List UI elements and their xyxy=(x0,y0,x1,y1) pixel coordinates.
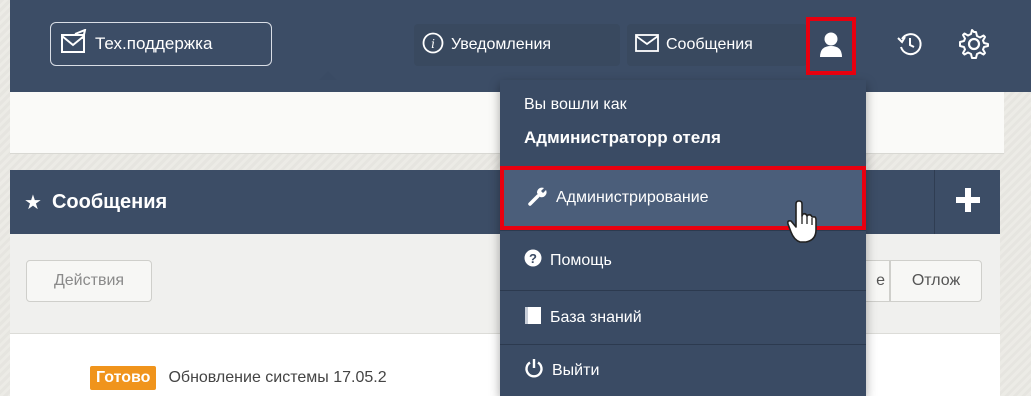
add-message-button[interactable] xyxy=(934,170,1000,234)
gear-icon xyxy=(958,29,990,64)
menu-item-knowledge-base[interactable]: База знаний xyxy=(500,290,866,344)
book-icon xyxy=(524,305,550,330)
menu-caret xyxy=(319,71,337,80)
hand-cursor-icon xyxy=(786,200,820,249)
support-button[interactable]: Тех.поддержка xyxy=(50,22,272,66)
power-icon xyxy=(524,358,552,383)
notifications-label: Уведомления xyxy=(451,36,552,53)
menu-item-label: Помощь xyxy=(550,251,612,269)
plus-icon xyxy=(955,187,981,218)
panel-title: ★ Сообщения xyxy=(24,190,167,215)
user-icon xyxy=(819,31,843,62)
panel-title-label: Сообщения xyxy=(51,191,168,213)
user-name: Администраторр отеля xyxy=(524,128,721,147)
info-icon: i xyxy=(422,32,451,59)
postpone-button[interactable]: Отлож xyxy=(890,260,982,302)
menu-item-logout[interactable]: Выйти xyxy=(500,344,866,396)
settings-button[interactable] xyxy=(958,28,990,65)
star-icon: ★ xyxy=(24,192,42,214)
actions-button[interactable]: Действия xyxy=(26,260,152,302)
support-label: Тех.поддержка xyxy=(95,34,213,53)
svg-text:?: ? xyxy=(529,251,537,266)
messages-button[interactable]: Сообщения xyxy=(627,24,807,66)
user-info: Вы вошли как Администраторр отеля xyxy=(500,80,866,166)
message-text: Обновление системы 17.05.2 xyxy=(168,369,387,386)
menu-item-label: База знаний xyxy=(550,308,642,326)
top-navbar: Тех.поддержка i Уведомления Сообщения xyxy=(10,0,1031,92)
messages-label: Сообщения xyxy=(666,36,753,53)
user-menu-button[interactable] xyxy=(806,17,856,75)
status-badge: Готово xyxy=(90,366,157,390)
mail-icon xyxy=(635,33,666,57)
message-row[interactable]: Готово Обновление системы 17.05.2 xyxy=(90,366,387,390)
envelope-icon xyxy=(61,27,95,60)
history-button[interactable] xyxy=(896,30,924,63)
question-icon: ? xyxy=(524,249,550,272)
menu-item-label: Выйти xyxy=(552,361,600,379)
app-screen: Тех.поддержка i Уведомления Сообщения ★ … xyxy=(0,0,1031,396)
notifications-button[interactable]: i Уведомления xyxy=(414,24,620,66)
menu-item-label: Администрирование xyxy=(556,189,709,206)
logged-in-as-label: Вы вошли как xyxy=(524,96,627,113)
history-icon xyxy=(896,33,924,62)
svg-text:i: i xyxy=(431,37,435,51)
wrench-icon xyxy=(528,186,556,211)
